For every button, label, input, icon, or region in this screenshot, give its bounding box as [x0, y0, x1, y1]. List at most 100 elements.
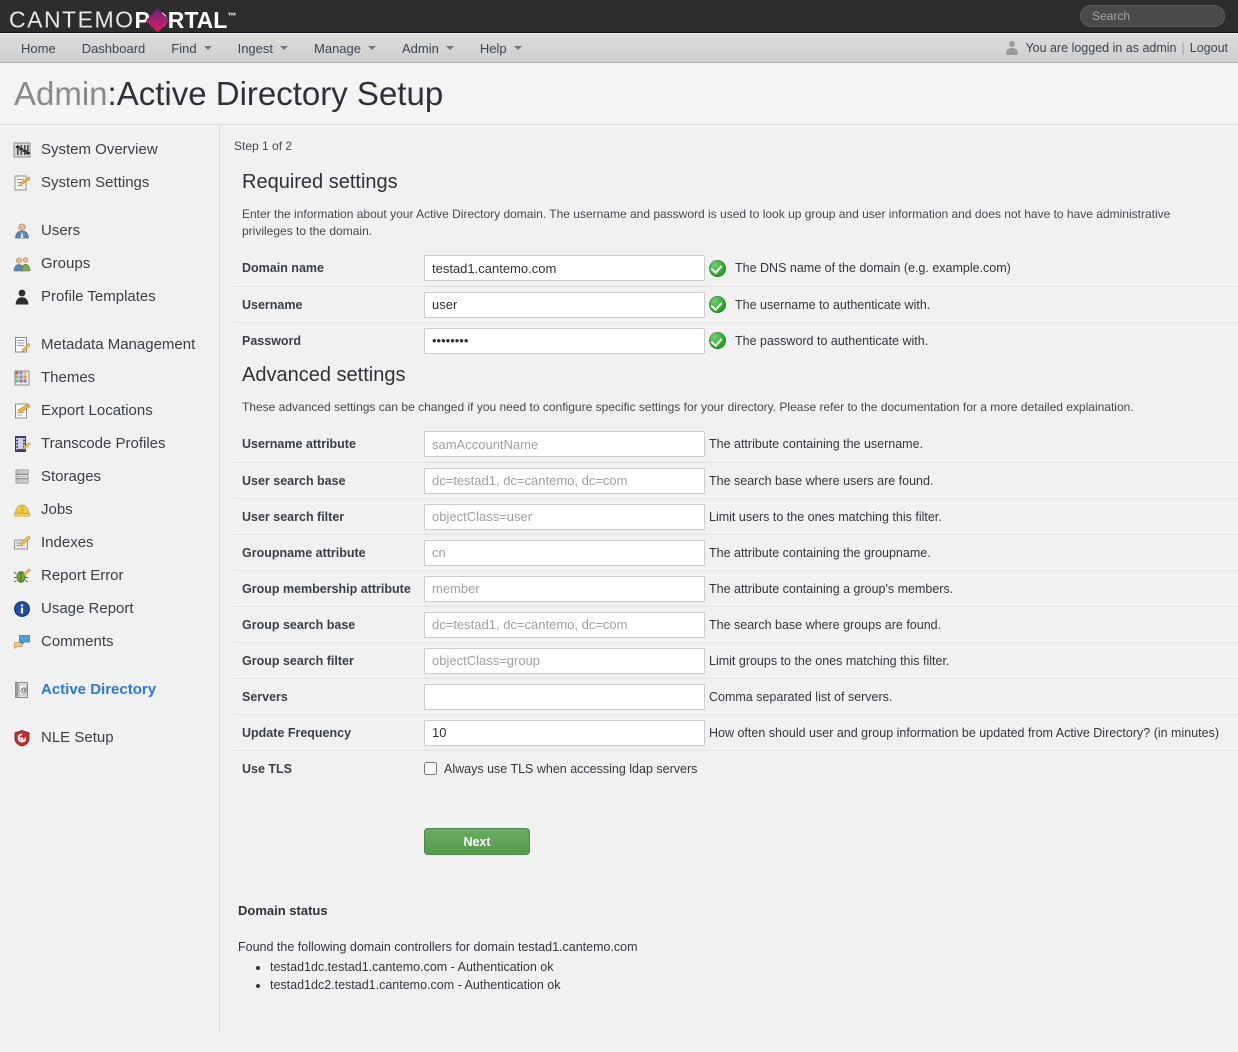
- username-attribute-input[interactable]: [424, 431, 705, 457]
- nav-item-admin[interactable]: Admin: [389, 33, 467, 63]
- field-help-text: The attribute containing a group's membe…: [709, 581, 954, 596]
- required-settings-form: Domain name The DNS name of the domain (e…: [234, 250, 1238, 358]
- nav-item-label: Dashboard: [81, 40, 146, 56]
- sidebar-item-profile-templates[interactable]: Profile Templates: [0, 280, 219, 313]
- field-label: User search base: [242, 473, 346, 488]
- global-search-box[interactable]: [1080, 5, 1225, 27]
- nav-item-home[interactable]: Home: [8, 33, 69, 63]
- logo-o-letter-with-diamond: O: [145, 7, 170, 33]
- domain-status-heading: Domain status: [238, 903, 328, 918]
- field-help-text: Limit groups to the ones matching this f…: [709, 653, 950, 668]
- chevron-down-icon: [445, 46, 454, 50]
- field-label: Group membership attribute: [242, 581, 411, 596]
- field-help: The DNS name of the domain (e.g. example…: [709, 259, 1011, 277]
- sidebar-item-jobs[interactable]: Jobs: [0, 493, 219, 526]
- field-label: User search filter: [242, 509, 345, 524]
- next-button[interactable]: Next: [424, 828, 530, 855]
- user-search-filter-input[interactable]: [424, 503, 705, 530]
- update-frequency-input[interactable]: [424, 719, 705, 746]
- sidebar-item-label: Report Error: [41, 567, 124, 584]
- sidebar-item-transcode-profiles[interactable]: Transcode Profiles: [0, 427, 219, 460]
- form-row: User search filter Limit users to the one…: [234, 498, 1238, 534]
- domain-controller-item: testad1dc.testad1.cantemo.com - Authenti…: [270, 958, 1238, 976]
- field-help-text: The attribute containing the username.: [709, 437, 924, 451]
- field-control: [424, 503, 709, 530]
- check-circle-icon: [709, 259, 726, 277]
- field-help-text: The password to authenticate with.: [735, 333, 929, 348]
- groupname-attribute-input[interactable]: [424, 539, 705, 566]
- form-row: Groupname attribute The attribute contain…: [234, 534, 1238, 570]
- domain-status-section: Domain status Found the following domain…: [234, 855, 1238, 994]
- domain-name-input[interactable]: [424, 255, 705, 281]
- nav-item-ingest[interactable]: Ingest: [225, 33, 301, 63]
- content-columns: System Overview System Settings Users Group…: [0, 125, 1238, 1033]
- sidebar-item-themes[interactable]: Themes: [0, 361, 219, 394]
- sidebar-item-label: Profile Templates: [41, 288, 156, 305]
- sidebar-item-label: Active Directory: [41, 681, 157, 698]
- sidebar-item-label: System Overview: [41, 141, 158, 158]
- password-input[interactable]: [424, 327, 705, 354]
- page-title-main: Active Directory Setup: [116, 74, 444, 112]
- field-control: [424, 291, 709, 318]
- chevron-down-icon: [203, 46, 212, 50]
- sidebar-item-label: Themes: [41, 369, 96, 386]
- sidebar-item-label: Users: [41, 222, 81, 239]
- sidebar-item-users[interactable]: Users: [0, 214, 219, 247]
- nav-item-label: Home: [21, 40, 56, 56]
- nav-item-manage[interactable]: Manage: [301, 33, 389, 63]
- film-strip-icon: [13, 435, 31, 453]
- username-input[interactable]: [424, 291, 705, 318]
- chevron-down-icon: [513, 46, 522, 50]
- sidebar-item-label: Export Locations: [41, 402, 153, 419]
- servers-input[interactable]: [424, 683, 705, 710]
- field-label: Servers: [242, 689, 288, 704]
- sidebar-item-storages[interactable]: Storages: [0, 460, 219, 493]
- sidebar-item-label: NLE Setup: [41, 729, 114, 746]
- sidebar-item-report-error[interactable]: Report Error: [0, 559, 219, 592]
- field-label: Group search filter: [242, 653, 354, 668]
- page-title-separator: :: [107, 74, 117, 112]
- sidebar-group-divider: [0, 199, 219, 214]
- sidebar-item-system-overview[interactable]: System Overview: [0, 133, 219, 166]
- group-search-filter-input[interactable]: [424, 647, 705, 674]
- logged-in-status-text: You are logged in as admin: [1025, 41, 1177, 55]
- sidebar-item-export-locations[interactable]: Export Locations: [0, 394, 219, 427]
- cantemo-portal-logo[interactable]: CANTEMOPORTAL™: [9, 2, 237, 33]
- nav-item-help[interactable]: Help: [467, 33, 535, 63]
- field-help: The password to authenticate with.: [709, 332, 928, 349]
- nav-item-dashboard[interactable]: Dashboard: [69, 33, 159, 63]
- field-control: [424, 431, 709, 457]
- field-help: The search base where users are found.: [709, 474, 933, 488]
- field-control: [424, 611, 709, 638]
- logout-link[interactable]: Logout: [1190, 41, 1228, 55]
- next-button-container: Next: [234, 786, 1238, 855]
- admin-sidebar: System Overview System Settings Users Group…: [0, 125, 220, 1033]
- sidebar-item-label: System Settings: [41, 174, 150, 191]
- search-input[interactable]: [1081, 6, 1224, 26]
- field-control: [424, 647, 709, 674]
- top-header-bar: CANTEMOPORTAL™: [0, 0, 1238, 33]
- sidebar-item-usage-report[interactable]: Usage Report: [0, 592, 219, 625]
- use-tls-checkbox[interactable]: [424, 762, 437, 775]
- group-membership-attribute-input[interactable]: [424, 575, 705, 602]
- user-search-base-input[interactable]: [424, 467, 705, 494]
- sidebar-item-comments[interactable]: Comments: [0, 625, 219, 658]
- sidebar-item-system-settings[interactable]: System Settings: [0, 166, 219, 199]
- user-avatar-icon: [1005, 41, 1019, 55]
- form-row: Group search base The search base where g…: [234, 606, 1238, 642]
- form-row: Update Frequency How often should user an…: [234, 714, 1238, 750]
- sidebar-item-nle-setup[interactable]: NLE Setup: [0, 721, 219, 754]
- check-circle-icon: [709, 332, 726, 349]
- field-help-text: How often should user and group informat…: [709, 725, 1219, 740]
- field-help: The username to authenticate with.: [709, 296, 930, 313]
- logo-cantemo-text: CANTEMO: [9, 6, 135, 33]
- group-search-base-input[interactable]: [424, 611, 705, 638]
- database-stack-icon: [13, 468, 31, 486]
- field-label: Username attribute: [242, 437, 356, 451]
- nav-item-find[interactable]: Find: [158, 33, 224, 63]
- sidebar-item-indexes[interactable]: Indexes: [0, 526, 219, 559]
- sidebar-item-active-directory[interactable]: @ Active Directory: [0, 673, 219, 706]
- sidebar-item-metadata-management[interactable]: Metadata Management: [0, 328, 219, 361]
- metadata-document-icon: [13, 336, 31, 354]
- sidebar-item-groups[interactable]: Groups: [0, 247, 219, 280]
